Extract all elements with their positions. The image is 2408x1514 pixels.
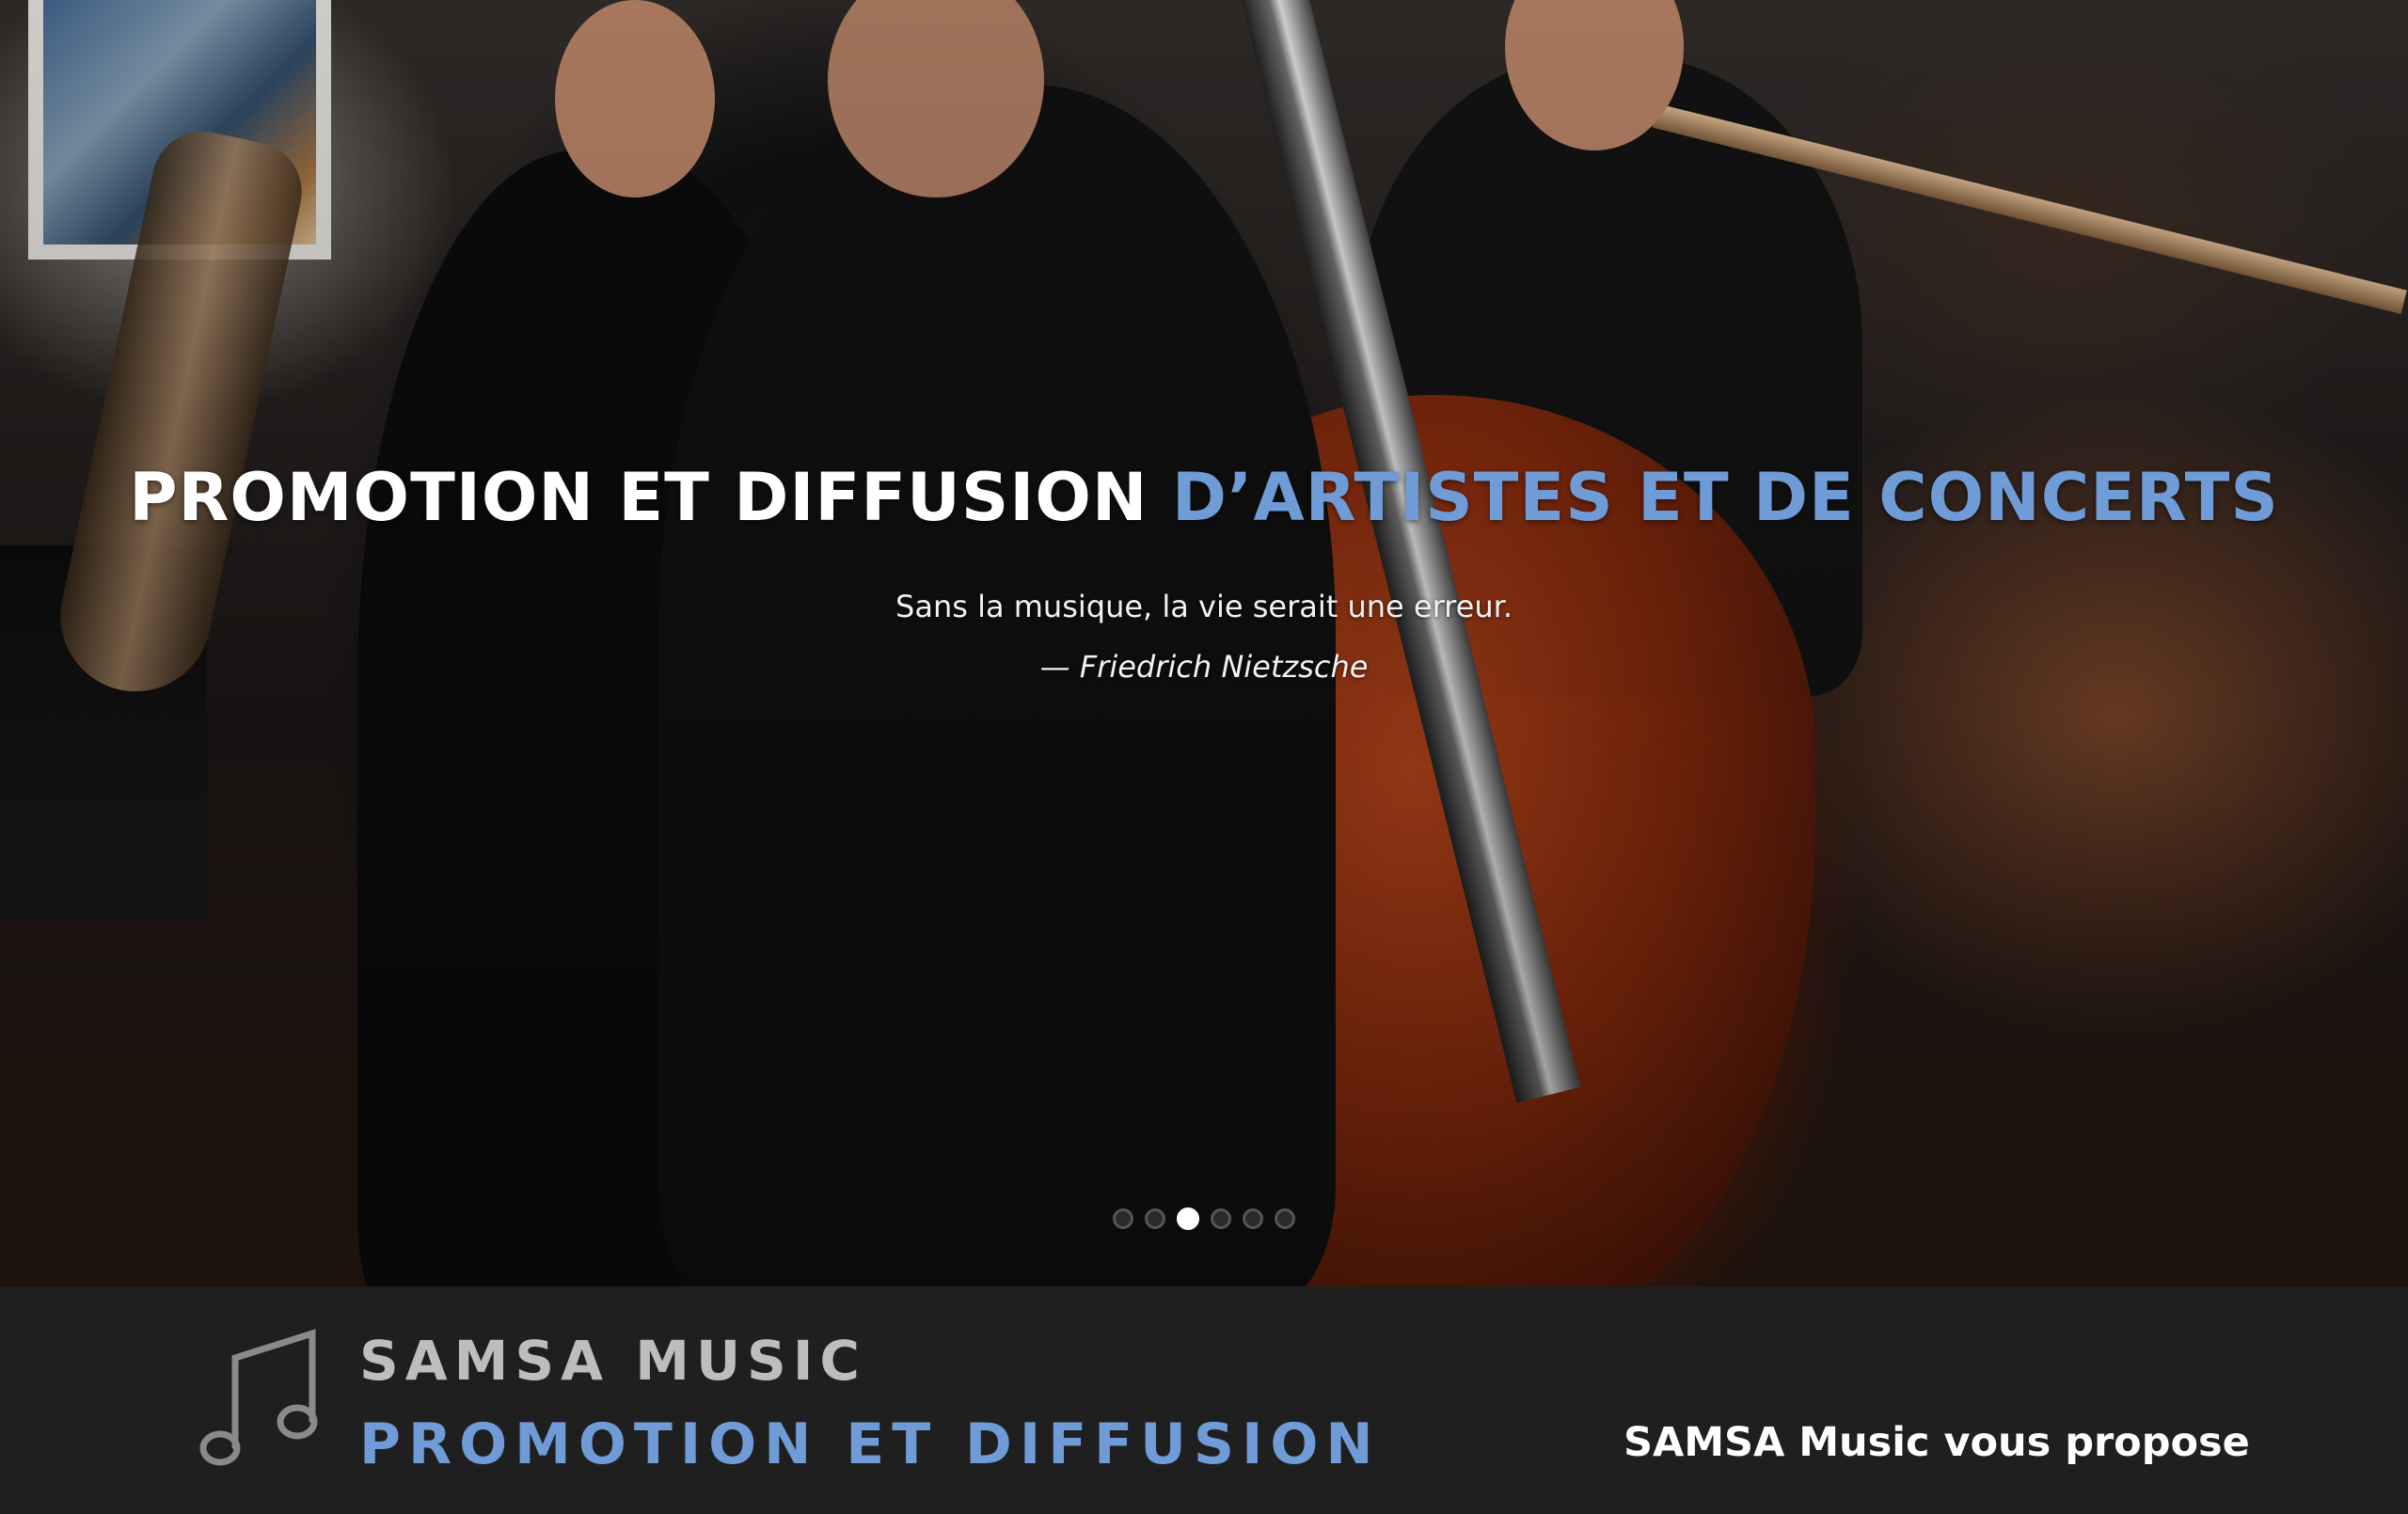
hero-title-accent: D’ARTISTES ET DE CONCERTS	[1171, 459, 2279, 536]
slider-dot-4[interactable]	[1211, 1208, 1231, 1229]
hero-quote: Sans la musique, la vie serait une erreu…	[895, 589, 1513, 624]
offer-title: SAMSA Music vous propose	[1624, 1419, 2250, 1466]
hero-title: PROMOTION ET DIFFUSION D’ARTISTES ET DE …	[0, 455, 2408, 540]
slider-dot-6[interactable]	[1275, 1208, 1295, 1229]
hero-slider: PROMOTION ET DIFFUSION D’ARTISTES ET DE …	[0, 0, 2408, 1286]
slider-dot-5[interactable]	[1243, 1208, 1263, 1229]
brand-name: SAMSA MUSIC	[359, 1329, 866, 1393]
hero-quote-author: — Friedrich Nietzsche	[1039, 649, 1369, 685]
hero-caption: PROMOTION ET DIFFUSION D’ARTISTES ET DE …	[0, 455, 2408, 685]
hero-title-main: PROMOTION ET DIFFUSION	[129, 459, 1172, 536]
slider-dot-2[interactable]	[1145, 1208, 1165, 1229]
brand-tagline: PROMOTION ET DIFFUSION	[359, 1411, 1381, 1477]
slider-dot-1[interactable]	[1113, 1208, 1133, 1229]
slider-pagination	[0, 1207, 2408, 1230]
slider-dot-3[interactable]	[1177, 1207, 1199, 1230]
music-note-icon	[199, 1329, 318, 1466]
brand-section	[0, 1286, 2408, 1514]
